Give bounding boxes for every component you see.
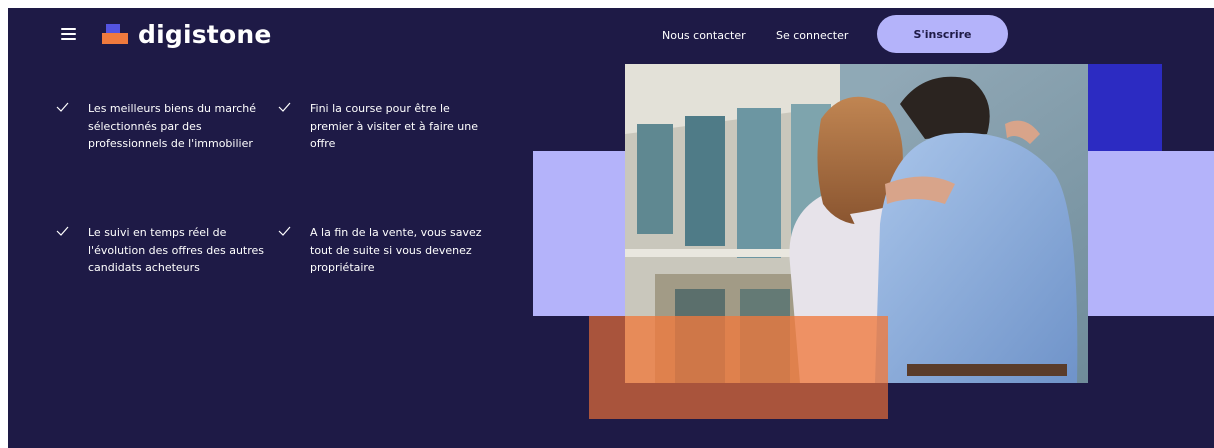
menu-icon[interactable] [61, 28, 76, 40]
logo-mark-icon [102, 22, 130, 46]
feature-text: Le suivi en temps réel de l'évolution de… [88, 226, 265, 274]
couple-house-image [625, 64, 1088, 383]
check-icon [278, 226, 291, 236]
nav-login-link[interactable]: Se connecter [776, 29, 848, 42]
check-icon [278, 102, 291, 112]
feature-text: Fini la course pour être le premier à vi… [310, 102, 479, 150]
feature-text: A la fin de la vente, vous savez tout de… [310, 226, 482, 274]
feature-text: Les meilleurs biens du marché sélectionn… [88, 102, 257, 150]
landing-page: digistone Nous contacter Se connecter S'… [8, 8, 1214, 448]
hero-photo [625, 64, 1088, 383]
brand-logo[interactable]: digistone [102, 19, 272, 49]
signup-button[interactable]: S'inscrire [877, 15, 1008, 53]
nav-contact-link[interactable]: Nous contacter [662, 29, 746, 42]
check-icon [56, 102, 69, 112]
brand-name: digistone [138, 19, 272, 49]
check-icon [56, 226, 69, 236]
